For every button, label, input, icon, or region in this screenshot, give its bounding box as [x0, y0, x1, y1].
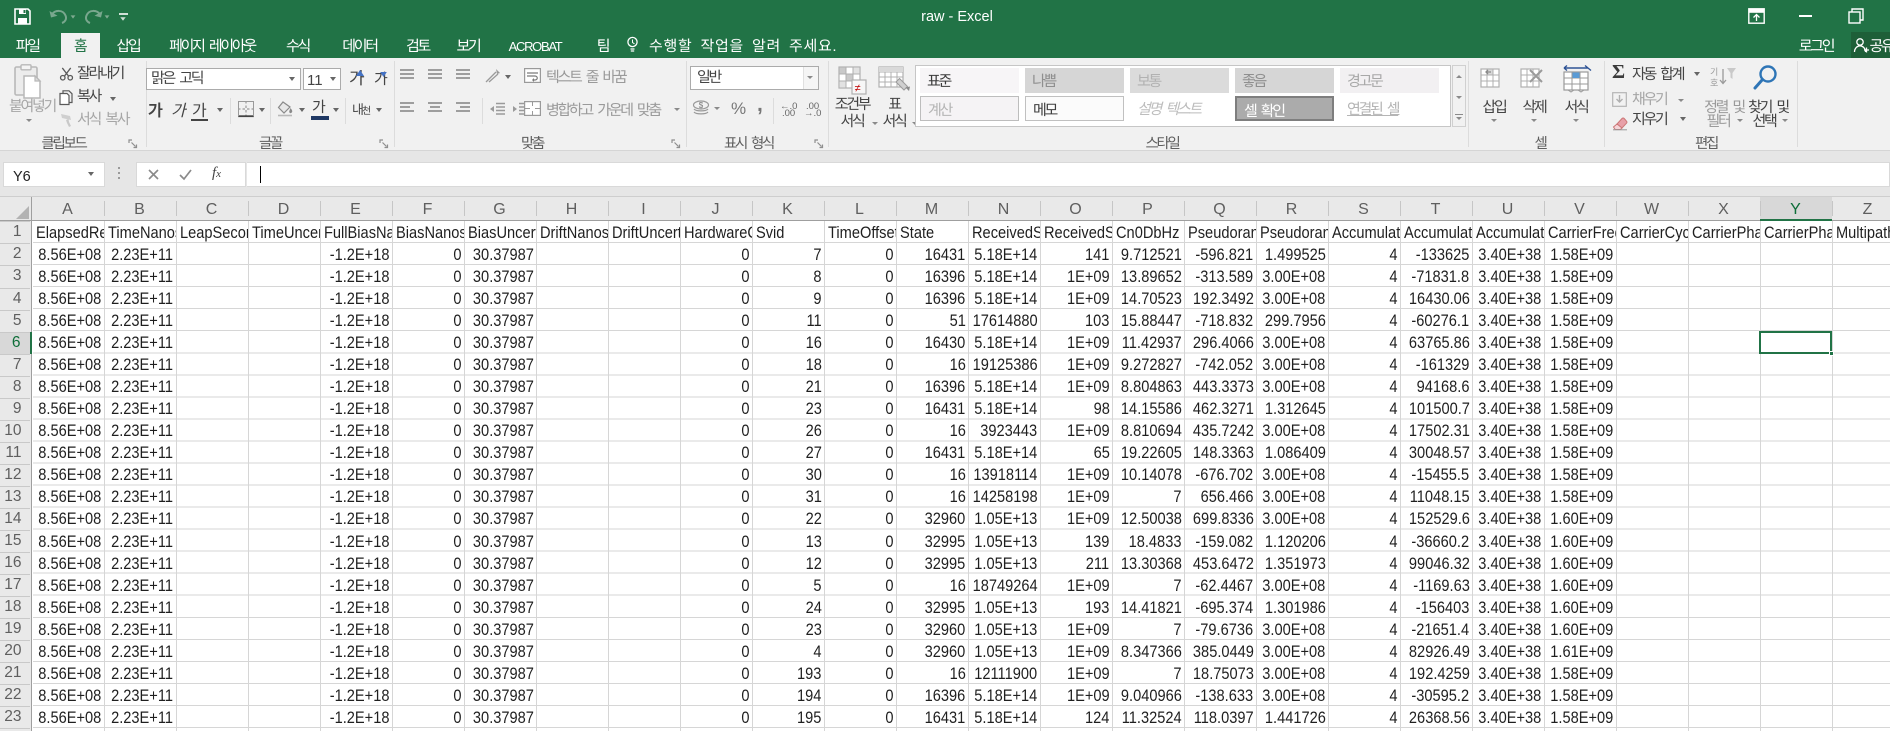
svg-text:.00: .00	[782, 108, 795, 119]
svg-text:$: $	[699, 101, 704, 110]
svg-text:→.0: →.0	[804, 108, 821, 119]
svg-text:호: 호	[1710, 76, 1718, 89]
